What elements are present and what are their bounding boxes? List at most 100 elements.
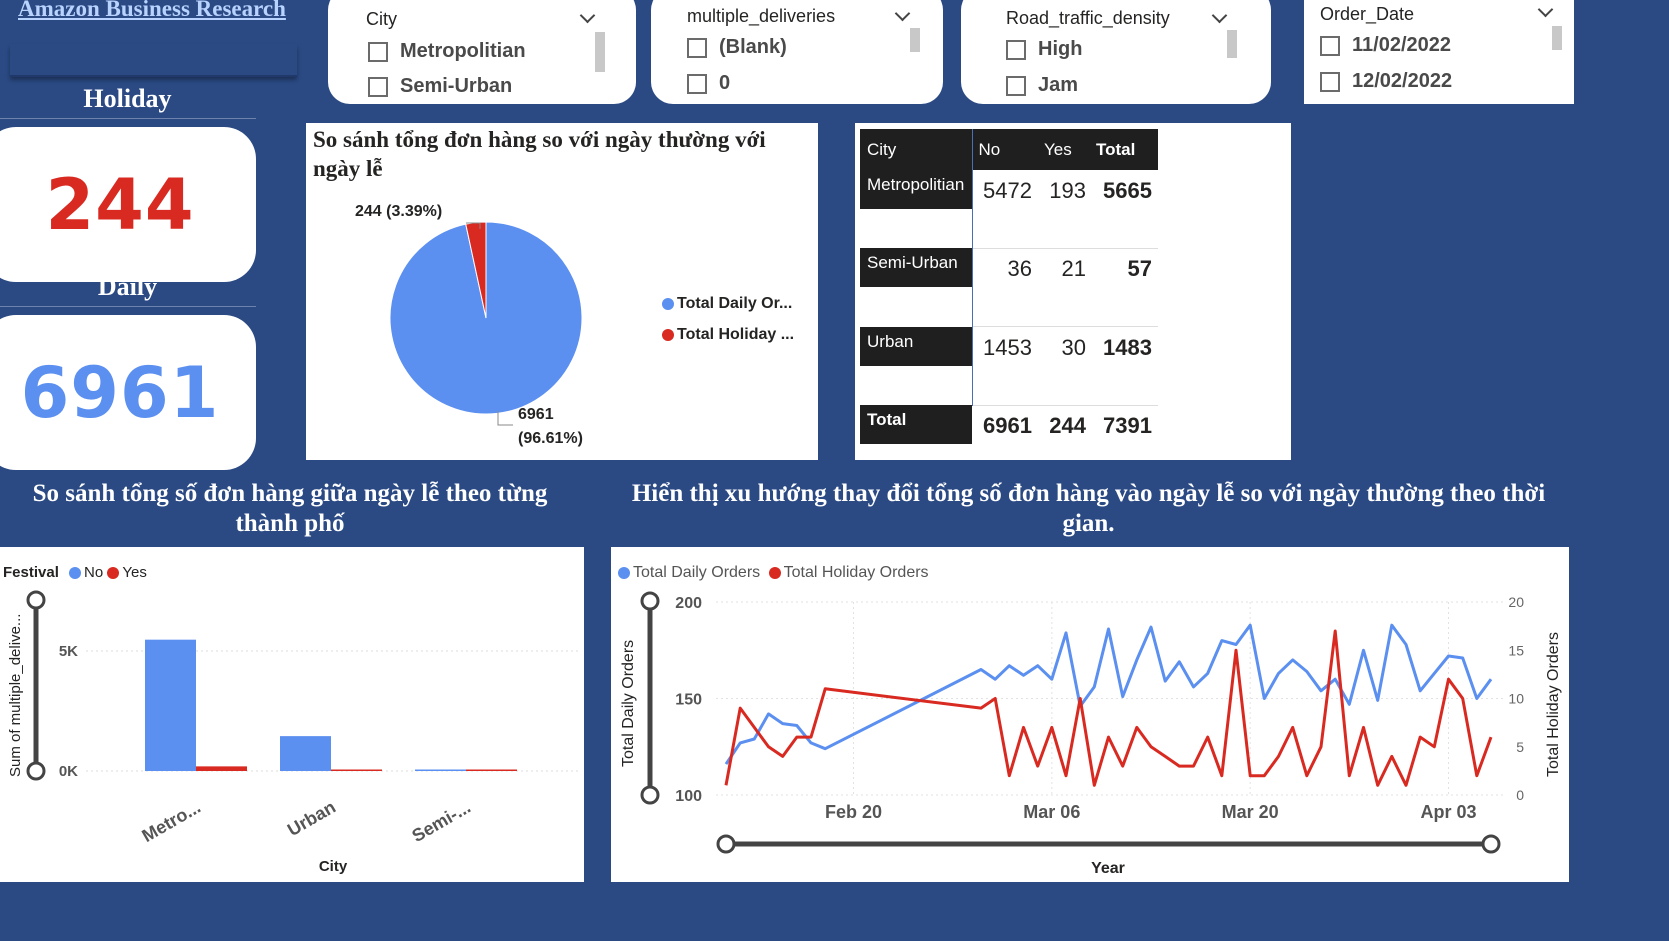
pie-chart-panel[interactable]: So sánh tổng đơn hàng so với ngày thường… xyxy=(306,123,818,460)
matrix-header-city[interactable]: City xyxy=(860,129,972,170)
y-zoom-handle-bottom xyxy=(26,761,46,781)
title-shadow-bar xyxy=(10,44,297,77)
bar-yes[interactable] xyxy=(466,769,517,772)
bar-yes[interactable] xyxy=(196,766,247,771)
matrix-column-divider xyxy=(972,170,973,406)
slicer-option[interactable]: Semi-Urban xyxy=(368,75,512,98)
checkbox[interactable] xyxy=(1320,35,1340,56)
matrix-header-no[interactable]: No xyxy=(971,129,1038,170)
bar-x-tick: Urban xyxy=(284,797,339,840)
checkbox[interactable] xyxy=(687,73,707,94)
bar-chart[interactable]: Sum of multiple_delive... City 5K 0K Met… xyxy=(0,547,584,882)
city-festival-matrix: City No Yes Total xyxy=(860,129,1158,170)
matrix-cell: 5665 xyxy=(1103,178,1152,203)
matrix-cell: 57 xyxy=(1127,256,1152,281)
matrix-panel[interactable]: City No Yes Total Metropolitian 5472 193 56… xyxy=(855,123,1291,460)
holiday-value: 244 xyxy=(45,163,195,246)
line-chart[interactable]: Total Daily Orders Total Holiday Orders … xyxy=(611,547,1569,882)
x-zoom-handle-right xyxy=(1481,834,1501,854)
order-date-slicer[interactable]: Order_Date 11/02/2022 12/02/2022 xyxy=(1304,0,1574,104)
bar-y-axis-label: Sum of multiple_delive... xyxy=(7,614,24,777)
bar-y-tick: 5K xyxy=(59,643,78,660)
slicer-option[interactable]: 12/02/2022 xyxy=(1320,70,1452,93)
y-tick-right: 5 xyxy=(1516,739,1524,755)
bar-x-tick: Metro... xyxy=(139,797,204,846)
matrix-cell: 1483 xyxy=(1103,335,1152,360)
y-tick-right: 0 xyxy=(1516,787,1524,803)
slicer-title: Order_Date xyxy=(1320,4,1415,24)
chevron-down-icon[interactable] xyxy=(1537,1,1554,18)
legend-item-daily[interactable]: Total Daily Or... xyxy=(662,295,792,313)
line-x-axis-label: Year xyxy=(1091,860,1125,877)
x-tick: Mar 20 xyxy=(1222,802,1279,822)
pie-label-daily: 6961 xyxy=(518,406,554,423)
y-tick-right: 15 xyxy=(1508,642,1524,658)
pie-label-holiday: 244 (3.39%) xyxy=(355,203,443,220)
road-traffic-slicer[interactable]: Road_traffic_density High Jam xyxy=(961,0,1271,104)
y-tick-left: 200 xyxy=(675,595,702,612)
scrollbar[interactable] xyxy=(1552,26,1562,50)
row-divider xyxy=(972,248,1158,249)
line-series-daily[interactable] xyxy=(724,623,1493,765)
y-tick-left: 100 xyxy=(675,788,702,805)
bar-no[interactable] xyxy=(145,639,196,771)
bar-no[interactable] xyxy=(280,736,331,771)
chevron-down-icon[interactable] xyxy=(1211,7,1228,24)
slicer-option[interactable]: 11/02/2022 xyxy=(1320,34,1451,57)
y-tick-left: 150 xyxy=(675,692,702,709)
bar-x-tick: Semi-... xyxy=(409,797,474,846)
scrollbar[interactable] xyxy=(910,28,920,52)
slicer-option[interactable]: 0 xyxy=(687,72,730,95)
y-zoom-handle-top xyxy=(640,591,660,611)
x-tick: Apr 03 xyxy=(1420,802,1476,822)
multiple-deliveries-slicer[interactable]: multiple_deliveries (Blank) 0 xyxy=(651,0,943,104)
checkbox[interactable] xyxy=(1006,39,1026,60)
bar-y-tick: 0K xyxy=(59,763,78,780)
slicer-option[interactable]: Jam xyxy=(1006,74,1078,97)
checkbox[interactable] xyxy=(368,41,388,62)
matrix-header-yes[interactable]: Yes xyxy=(1038,129,1090,170)
checkbox[interactable] xyxy=(1320,71,1340,92)
daily-label: Daily xyxy=(97,272,158,301)
x-tick: Mar 06 xyxy=(1023,802,1080,822)
slicer-option[interactable]: High xyxy=(1006,38,1082,61)
daily-value: 6961 xyxy=(20,351,220,434)
daily-card[interactable]: 6961 xyxy=(0,315,256,470)
checkbox[interactable] xyxy=(368,76,388,97)
holiday-label: Holiday xyxy=(83,84,172,113)
city-slicer[interactable]: City Metropolitian Semi-Urban xyxy=(328,0,636,104)
slicer-option[interactable]: Metropolitian xyxy=(368,40,526,63)
bar-chart-panel[interactable]: Festival No Yes Sum of multiple_delive..… xyxy=(0,547,584,882)
chevron-down-icon[interactable] xyxy=(579,7,596,24)
slicer-title: Road_traffic_density xyxy=(1006,8,1170,28)
line-chart-panel[interactable]: Total Daily Orders Total Holiday Orders … xyxy=(611,547,1569,882)
line-y-axis-left-label: Total Daily Orders xyxy=(620,640,637,767)
bar-no[interactable] xyxy=(415,769,466,772)
bar-x-axis-label: City xyxy=(319,858,348,875)
row-divider xyxy=(972,405,1158,406)
report-title[interactable]: Amazon Business Research xyxy=(18,0,286,22)
holiday-card[interactable]: 244 xyxy=(0,127,256,282)
scrollbar[interactable] xyxy=(595,32,605,72)
line-y-axis-right-label: Total Holiday Orders xyxy=(1545,632,1562,777)
chevron-down-icon[interactable] xyxy=(894,5,911,22)
line-series-holiday[interactable] xyxy=(724,629,1493,787)
bar-yes[interactable] xyxy=(331,769,382,772)
y-zoom-handle-top xyxy=(26,590,46,610)
row-divider xyxy=(972,326,1158,327)
checkbox[interactable] xyxy=(687,37,707,58)
pie-label-daily-percent: (96.61%) xyxy=(518,430,583,447)
divider xyxy=(0,306,256,307)
y-tick-right: 20 xyxy=(1508,594,1524,610)
slicer-title: multiple_deliveries xyxy=(687,6,836,26)
checkbox[interactable] xyxy=(1006,75,1026,96)
matrix-header-total[interactable]: Total xyxy=(1090,129,1158,170)
scrollbar[interactable] xyxy=(1227,30,1237,58)
legend-item-holiday[interactable]: Total Holiday ... xyxy=(662,326,794,344)
y-tick-right: 10 xyxy=(1508,691,1524,707)
line-chart-title: Hiển thị xu hướng thay đổi tổng số đơn h… xyxy=(631,480,1546,537)
pie-chart[interactable] xyxy=(306,123,818,460)
y-zoom-handle-bottom xyxy=(640,785,660,805)
bar-chart-title: So sánh tổng số đơn hàng giữa ngày lễ th… xyxy=(32,480,548,537)
slicer-option[interactable]: (Blank) xyxy=(687,36,787,59)
